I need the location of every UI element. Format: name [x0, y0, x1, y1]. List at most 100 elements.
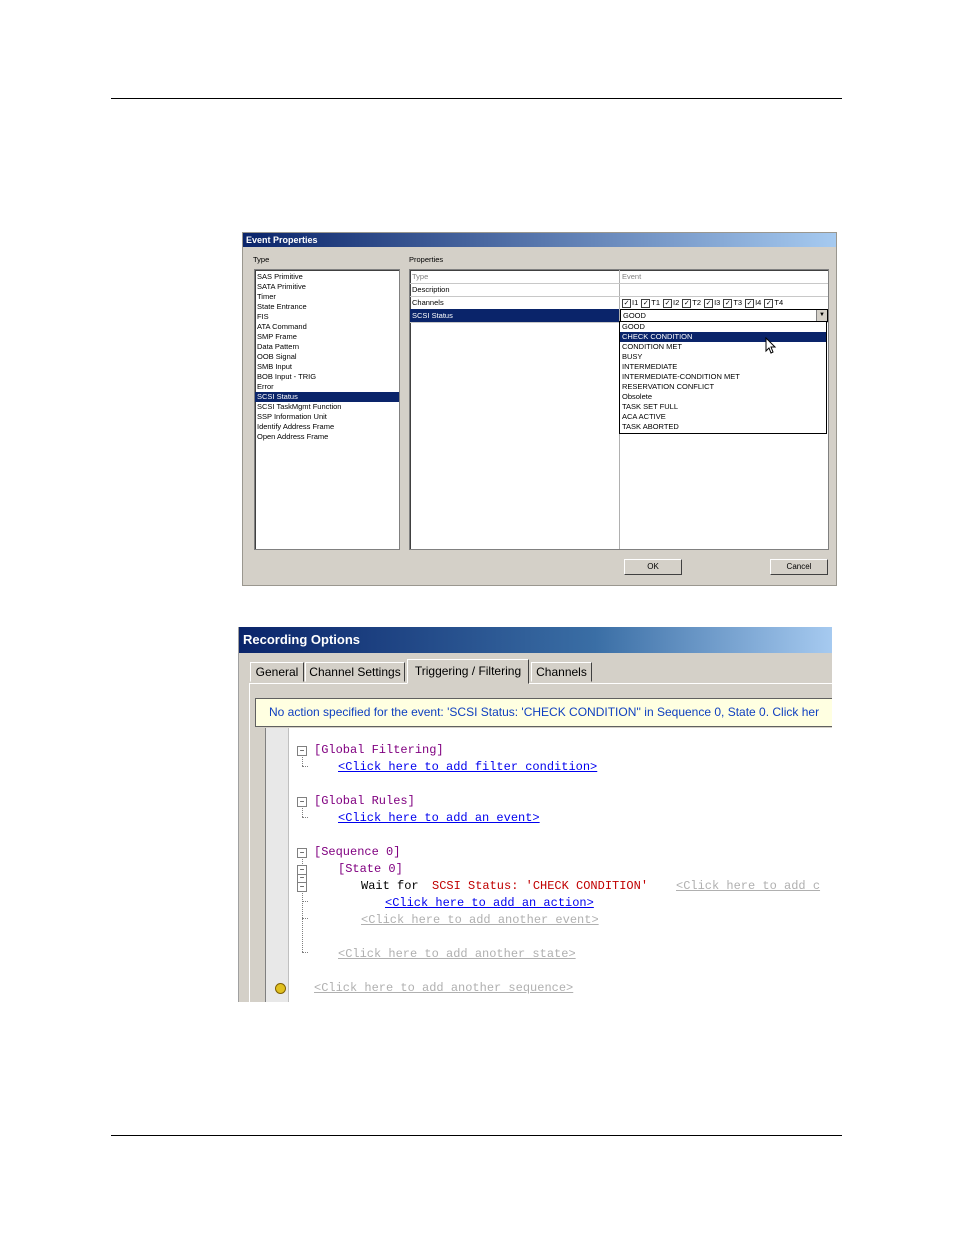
channel-label: T4 — [774, 298, 784, 307]
dropdown-option[interactable]: INTERMEDIATE-CONDITION MET — [620, 372, 826, 382]
global-rules-node[interactable]: [Global Rules] — [314, 794, 415, 808]
collapse-icon[interactable]: − — [297, 848, 307, 858]
dropdown-option[interactable]: CHECK CONDITION — [620, 332, 826, 342]
checkmark-icon: ✓ — [682, 298, 692, 308]
state-node[interactable]: [State 0] — [338, 862, 403, 876]
add-another-sequence-link[interactable]: <Click here to add another sequence> — [314, 981, 573, 995]
header-rule — [111, 98, 842, 99]
trigger-tree: − − − − − − [Global Filtering] <Click he… — [265, 728, 832, 1002]
checkmark-icon: ✓ — [622, 298, 631, 308]
event-name[interactable]: SCSI Status: 'CHECK CONDITION' — [432, 879, 648, 893]
type-list-item[interactable]: SMP Frame — [255, 332, 399, 342]
type-list-item[interactable]: BOB Input - TRIG — [255, 372, 399, 382]
tab-channels[interactable]: Channels — [531, 662, 592, 682]
collapse-icon[interactable]: − — [297, 865, 307, 875]
channel-checkbox[interactable]: ✓ I1 — [622, 296, 638, 309]
checkmark-icon: ✓ — [764, 298, 774, 308]
type-list-item[interactable]: SAS Primitive — [255, 272, 399, 282]
type-list-item[interactable]: SMB Input — [255, 362, 399, 372]
checkmark-icon: ✓ — [745, 298, 755, 308]
add-condition-link[interactable]: <Click here to add c — [676, 879, 820, 893]
type-list[interactable]: SAS Primitive SATA Primitive Timer State En… — [254, 269, 400, 550]
prop-key: SCSI Status — [412, 311, 453, 320]
recording-options-window: Recording Options General Channel Settin… — [238, 627, 832, 1002]
type-list-item[interactable]: Identify Address Frame — [255, 422, 399, 432]
footer-rule — [111, 1135, 842, 1136]
add-action-link[interactable]: <Click here to add an action> — [385, 896, 594, 910]
tab-general[interactable]: General — [250, 662, 304, 682]
channel-label: I1 — [632, 298, 639, 307]
sequence-node[interactable]: [Sequence 0] — [314, 845, 400, 859]
add-filter-link[interactable]: <Click here to add filter condition> — [338, 760, 597, 774]
prop-row-description[interactable]: Description — [410, 283, 828, 297]
cancel-button[interactable]: Cancel — [770, 559, 828, 575]
mouse-cursor-icon — [765, 337, 777, 354]
tab-channel-settings[interactable]: Channel Settings — [305, 662, 405, 682]
window-title: Recording Options — [239, 627, 832, 653]
type-list-item[interactable]: Data Pattern — [255, 342, 399, 352]
warning-banner[interactable]: No action specified for the event: 'SCSI… — [255, 698, 832, 727]
channel-checkbox[interactable]: ✓ I3 — [704, 296, 720, 309]
dropdown-option[interactable]: CONDITION MET — [620, 342, 826, 352]
dropdown-option[interactable]: BUSY — [620, 352, 826, 362]
ok-button[interactable]: OK — [624, 559, 682, 575]
prop-key: Channels — [412, 298, 444, 307]
channel-checkbox[interactable]: ✓ T4 — [764, 296, 783, 309]
combo-value: GOOD — [623, 311, 646, 320]
collapse-icon[interactable]: − — [297, 746, 307, 756]
chevron-down-icon[interactable]: ▼ — [816, 310, 827, 321]
dropdown-option[interactable]: TASK ABORTED — [620, 422, 826, 432]
type-list-item[interactable]: State Entrance — [255, 302, 399, 312]
dropdown-option[interactable]: RESERVATION CONFLICT — [620, 382, 826, 392]
channel-label: I2 — [673, 298, 680, 307]
type-list-item[interactable]: OOB Signal — [255, 352, 399, 362]
channel-checkbox[interactable]: ✓ I2 — [663, 296, 679, 309]
type-list-item[interactable]: SSP Information Unit — [255, 412, 399, 422]
channel-label: T2 — [692, 298, 702, 307]
prop-row-type[interactable]: Type Event — [410, 270, 828, 284]
dropdown-option[interactable]: ACA ACTIVE — [620, 412, 826, 422]
prop-value: Event — [622, 272, 642, 281]
checkmark-icon: ✓ — [641, 298, 651, 308]
add-another-state-link[interactable]: <Click here to add another state> — [338, 947, 576, 961]
type-list-item[interactable]: Open Address Frame — [255, 432, 399, 442]
global-filtering-node[interactable]: [Global Filtering] — [314, 743, 444, 757]
tree-gutter — [266, 728, 289, 1002]
channel-checkbox[interactable]: ✓ T2 — [682, 296, 701, 309]
scsi-status-dropdown[interactable]: GOOD CHECK CONDITION CONDITION MET BUSY INTE… — [619, 321, 827, 434]
checkmark-icon: ✓ — [704, 298, 714, 308]
channel-checkbox[interactable]: ✓ T1 — [641, 296, 660, 309]
tree-line — [302, 918, 308, 919]
dropdown-option[interactable]: Obsolete — [620, 392, 826, 402]
prop-row-channels[interactable]: Channels ✓ I1 ✓ T1 ✓ I2 ✓ T2 ✓ I3 ✓ T3 ✓ I4 ✓ T4 — [410, 296, 828, 310]
dropdown-option[interactable]: INTERMEDIATE — [620, 362, 826, 372]
warning-bullet-icon — [275, 983, 286, 994]
channel-label: I3 — [714, 298, 721, 307]
type-list-item[interactable]: ATA Command — [255, 322, 399, 332]
type-list-item[interactable]: Timer — [255, 292, 399, 302]
tree-line — [302, 817, 308, 818]
type-list-item[interactable]: SCSI Status — [255, 392, 399, 402]
type-list-item[interactable]: FIS — [255, 312, 399, 322]
type-list-item[interactable]: SATA Primitive — [255, 282, 399, 292]
channel-checkbox[interactable]: ✓ T3 — [723, 296, 742, 309]
channel-label: I4 — [755, 298, 762, 307]
tree-line — [302, 766, 308, 767]
channel-label: T3 — [733, 298, 743, 307]
properties-label: Properties — [409, 255, 444, 264]
checkmark-icon: ✓ — [723, 298, 733, 308]
checkmark-icon: ✓ — [663, 298, 673, 308]
channel-checkbox[interactable]: ✓ I4 — [745, 296, 761, 309]
wait-for-label: Wait for — [361, 879, 419, 893]
dropdown-option[interactable]: GOOD — [620, 322, 826, 332]
tab-triggering-filtering[interactable]: Triggering / Filtering — [407, 659, 529, 684]
tree-line — [302, 952, 308, 953]
add-event-link[interactable]: <Click here to add an event> — [338, 811, 540, 825]
collapse-icon[interactable]: − — [297, 882, 307, 892]
collapse-icon[interactable]: − — [297, 797, 307, 807]
type-list-item[interactable]: SCSI TaskMgmt Function — [255, 402, 399, 412]
type-list-item[interactable]: Error — [255, 382, 399, 392]
add-another-event-link[interactable]: <Click here to add another event> — [361, 913, 599, 927]
dropdown-option[interactable]: TASK SET FULL — [620, 402, 826, 412]
channel-label: T1 — [651, 298, 661, 307]
